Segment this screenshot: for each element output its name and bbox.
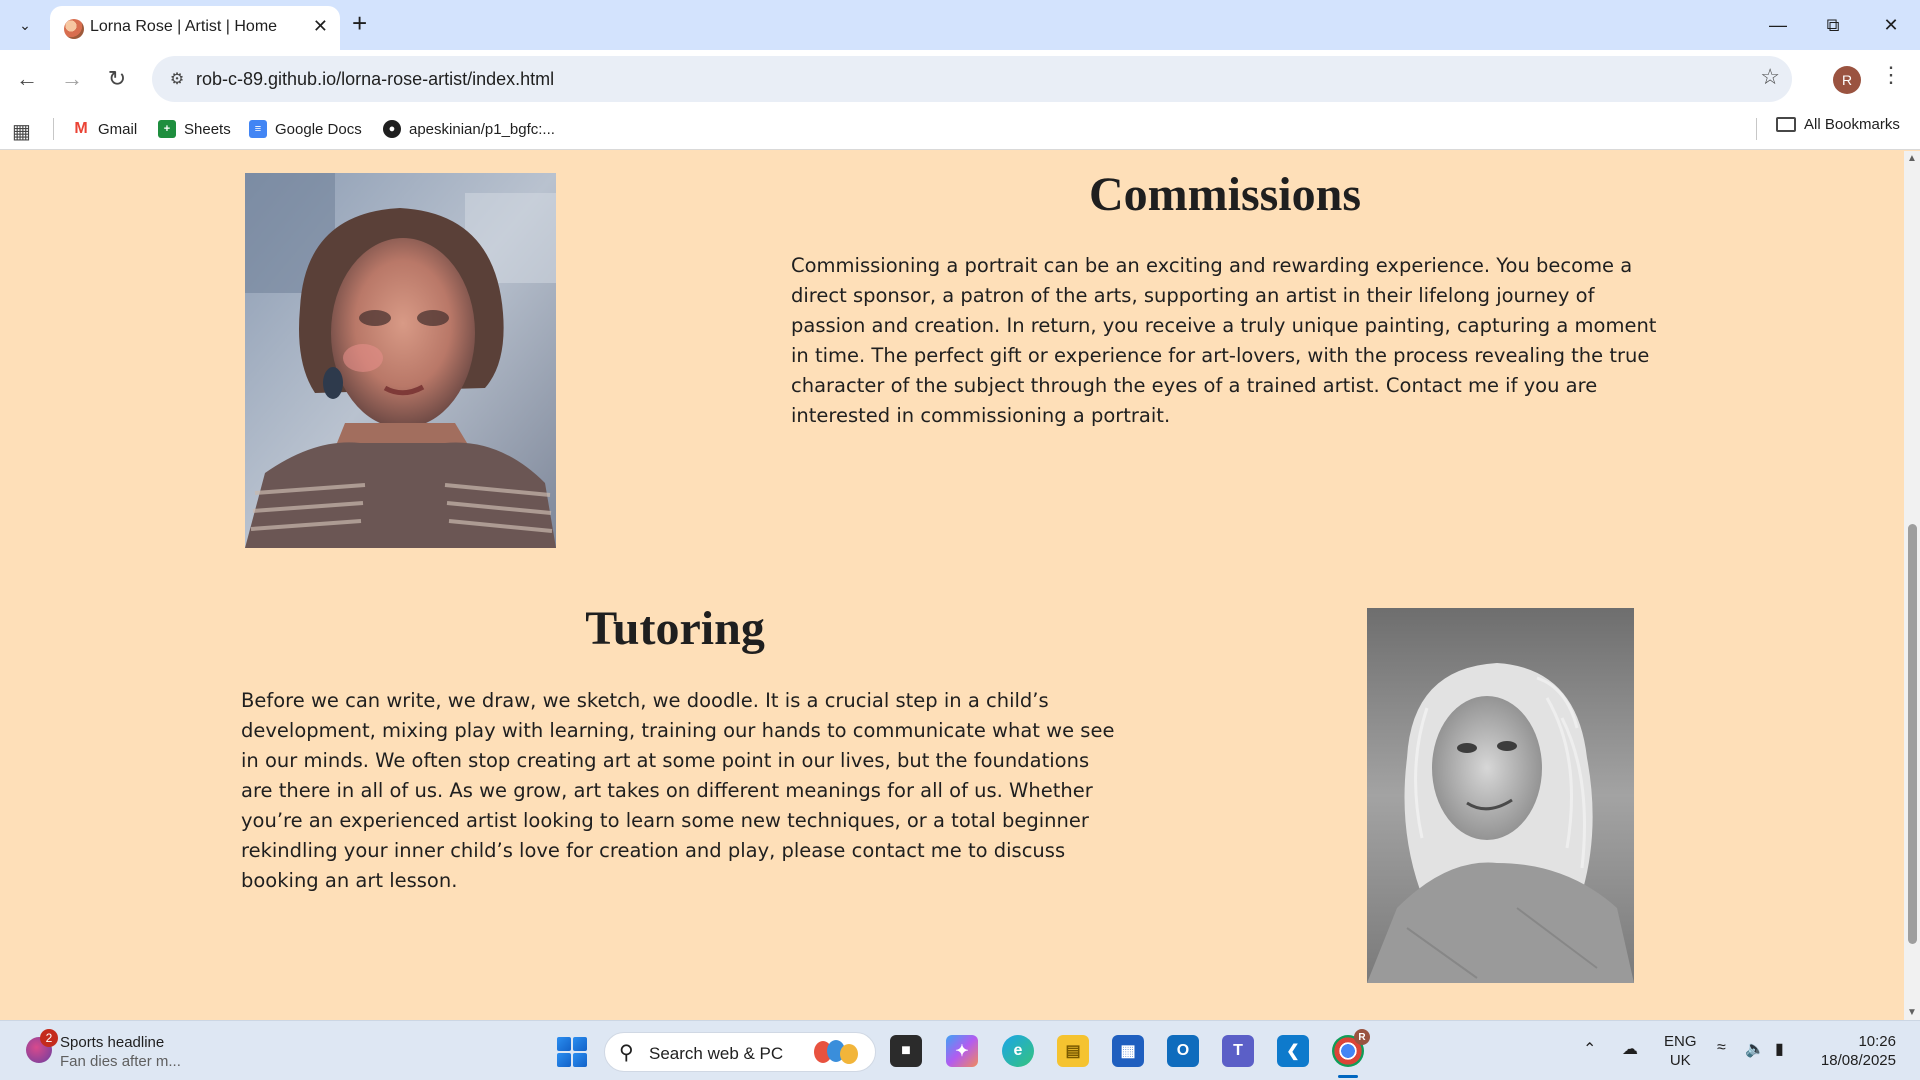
minimize-icon: — [1769,14,1787,35]
language-code: ENG [1664,1033,1697,1050]
all-bookmarks-button[interactable]: All Bookmarks [1776,116,1900,133]
docs-icon: ≡ [249,120,267,138]
edge-icon[interactable]: e [1002,1035,1034,1067]
teams-icon[interactable]: T [1222,1035,1254,1067]
oil-portrait-image [245,173,556,548]
browser-toolbar: ← → ↻ ⚙ rob-c-89.github.io/lorna-rose-ar… [0,50,1920,108]
gmail-icon: M [72,120,90,138]
active-tab[interactable]: Lorna Rose | Artist | Home ✕ [50,6,340,50]
tutoring-description: Before we can write, we draw, we sketch,… [241,689,1115,892]
tutoring-portrait-drawing [1367,608,1634,983]
bookmark-gmail[interactable]: M Gmail [72,116,137,142]
news-widget[interactable]: 2 Sports headline Fan dies after m... [26,1029,181,1071]
clock-date: 18/08/2025 [1820,1052,1896,1069]
bookmarks-bar: ▦ M Gmail + Sheets ≡ Google Docs ● apesk… [0,108,1920,150]
scrollbar-thumb[interactable] [1908,524,1917,944]
github-icon: ● [383,120,401,138]
bookmark-github[interactable]: ● apeskinian/p1_bgfc:... [383,116,555,142]
page-viewport: Commissions Commissioning a portrait can… [0,151,1904,1020]
bookmarks-divider [1756,118,1757,140]
site-info-icon[interactable]: ⚙ [162,64,192,94]
file-explorer-icon[interactable]: ▤ [1057,1035,1089,1067]
folder-icon [1776,117,1796,132]
taskbar-search-box[interactable]: ⚲ Search web & PC [604,1032,876,1072]
reload-button[interactable]: ↻ [100,62,134,96]
tray-chevron-up-icon[interactable]: ⌃ [1583,1039,1596,1059]
arrow-right-icon: → [61,66,83,91]
bookmark-label: Google Docs [275,120,362,138]
scroll-up-icon[interactable]: ▲ [1907,153,1917,164]
tutoring-heading: Tutoring [585,602,765,655]
bookmark-label: apeskinian/p1_bgfc:... [409,120,555,138]
bookmark-label: Sheets [184,120,231,138]
onedrive-cloud-icon[interactable]: ☁ [1622,1039,1638,1059]
news-subtitle: Fan dies after m... [60,1053,181,1070]
bookmark-label: Gmail [98,120,138,138]
news-headline: Sports headline [60,1034,165,1051]
system-clock[interactable]: 10:26 18/08/2025 [1814,1032,1896,1070]
commissions-heading: Commissions [1088,168,1362,221]
commissions-portrait-painting [245,173,556,548]
commissions-description: Commissioning a portrait can be an excit… [791,254,1657,427]
news-badge: 2 [40,1029,58,1047]
battery-icon[interactable]: ▮ [1775,1039,1784,1059]
forward-button[interactable]: → [55,62,89,96]
balloons-icon [814,1040,858,1064]
more-menu-icon[interactable]: ⋮ [1880,62,1902,88]
windows-taskbar: 2 Sports headline Fan dies after m... ⚲ … [0,1020,1920,1080]
news-icon: 2 [26,1029,58,1063]
active-app-indicator [1338,1075,1358,1078]
close-icon[interactable]: ✕ [313,16,328,37]
minimize-button[interactable]: — [1758,8,1798,42]
charcoal-portrait-image [1367,608,1634,983]
restore-button[interactable]: ⧉ [1813,8,1853,42]
tab-strip: ⌄ Lorna Rose | Artist | Home ✕ + — ⧉ ✕ [0,0,1920,50]
search-placeholder: Search web & PC [649,1044,784,1063]
scroll-down-icon[interactable]: ▼ [1907,1007,1917,1018]
restore-icon: ⧉ [1826,14,1840,35]
address-bar[interactable]: ⚙ rob-c-89.github.io/lorna-rose-artist/i… [152,56,1792,102]
windows-start-icon[interactable] [557,1037,587,1067]
task-view-icon[interactable]: ■ [890,1035,922,1067]
search-icon: ⚲ [619,1042,634,1064]
wifi-icon[interactable]: ≈ [1717,1039,1726,1057]
bookmark-google-docs[interactable]: ≡ Google Docs [249,116,362,142]
bookmark-sheets[interactable]: + Sheets [158,116,231,142]
chrome-icon[interactable]: R [1332,1029,1370,1067]
bookmark-star-icon[interactable]: ☆ [1760,64,1780,90]
arrow-left-icon: ← [16,66,38,91]
page-scrollbar[interactable]: ▲ ▼ [1904,151,1920,1020]
language-indicator[interactable]: ENG UK [1664,1032,1697,1070]
back-button[interactable]: ← [10,62,44,96]
chrome-profile-badge: R [1354,1029,1370,1045]
apps-grid-icon[interactable]: ▦ [12,119,31,144]
outlook-icon[interactable]: O [1167,1035,1199,1067]
close-window-button[interactable]: ✕ [1871,8,1911,42]
vscode-icon[interactable]: ❮ [1277,1035,1309,1067]
profile-avatar[interactable]: R [1833,66,1861,94]
all-bookmarks-label: All Bookmarks [1804,116,1900,133]
clock-time: 10:26 [1858,1033,1896,1050]
tab-title: Lorna Rose | Artist | Home [90,18,278,35]
url-text[interactable]: rob-c-89.github.io/lorna-rose-artist/ind… [196,69,554,90]
microsoft-store-icon[interactable]: ▦ [1112,1035,1144,1067]
copilot-icon[interactable]: ✦ [946,1035,978,1067]
chevron-down-icon: ⌄ [19,16,31,33]
sheets-icon: + [158,120,176,138]
close-window-icon: ✕ [1883,14,1899,35]
bookmarks-divider [53,118,54,140]
new-tab-icon[interactable]: + [352,8,367,39]
region-code: UK [1669,1052,1691,1069]
tab-search-button[interactable]: ⌄ [10,10,40,40]
reload-icon: ↻ [107,66,127,91]
palette-favicon-icon [64,19,84,39]
volume-icon[interactable]: 🔈 [1745,1039,1765,1059]
